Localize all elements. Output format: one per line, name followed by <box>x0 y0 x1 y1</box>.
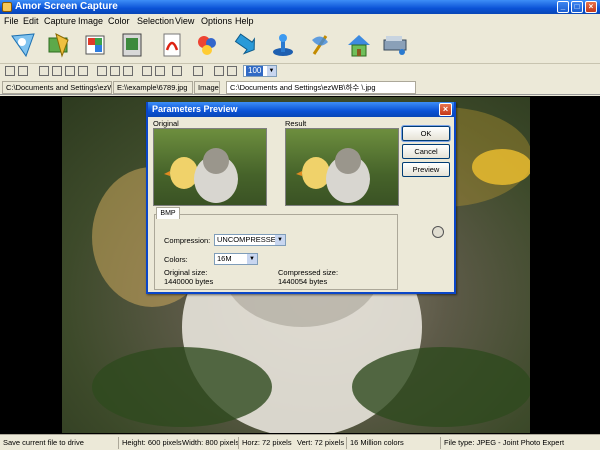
menu-file[interactable]: File <box>4 16 19 26</box>
menu-edit[interactable]: Edit <box>23 16 39 26</box>
zoom-value: 100 <box>246 66 264 76</box>
tab-bmp[interactable]: BMP <box>156 207 180 219</box>
result-label: Result <box>285 119 307 128</box>
preview-button[interactable]: Preview <box>402 162 450 177</box>
status-colors: 16 Million colors <box>350 438 404 447</box>
copy-icon[interactable] <box>52 66 62 76</box>
status-vert: Vert: 72 pixels <box>297 438 345 447</box>
scanner-icon[interactable] <box>380 30 410 60</box>
tab-doc-4[interactable]: C:\Documents and Settings\ezWB\하수 \.jpg <box>226 81 416 94</box>
tab-doc-3[interactable]: Image <box>194 81 220 94</box>
dialog-close-icon[interactable]: × <box>439 103 452 116</box>
open-icon[interactable] <box>5 66 15 76</box>
title-bar: Amor Screen Capture _ □ × <box>0 0 600 14</box>
ok-button[interactable]: OK <box>401 125 451 142</box>
home-icon[interactable] <box>344 30 374 60</box>
menu-options[interactable]: Options <box>201 16 232 26</box>
arrow-down-icon[interactable] <box>229 30 259 60</box>
menu-selection[interactable]: Selection <box>137 16 174 26</box>
resize-icon[interactable] <box>123 66 133 76</box>
dialog-title-bar: Parameters Preview × <box>148 102 454 117</box>
colors-label: Colors: <box>164 255 188 264</box>
cancel-button[interactable]: Cancel <box>402 144 450 159</box>
parameters-preview-dialog: Parameters Preview × Original Result OK … <box>146 102 456 294</box>
colors-select[interactable]: 16M ▼ <box>214 253 258 265</box>
original-label: Original <box>153 119 179 128</box>
chevron-down-icon[interactable]: ▼ <box>247 254 257 264</box>
colors-value: 16M <box>217 254 232 263</box>
capture-object-icon[interactable] <box>117 30 147 60</box>
save-icon[interactable] <box>18 66 28 76</box>
compression-label: Compression: <box>164 236 211 245</box>
original-preview <box>153 128 267 206</box>
status-width: Width: 800 pixels <box>182 438 240 447</box>
capture-window-icon[interactable] <box>44 30 74 60</box>
status-horz: Horz: 72 pixels <box>242 438 292 447</box>
paste-icon[interactable] <box>65 66 75 76</box>
cut-icon[interactable] <box>39 66 49 76</box>
color-icon[interactable] <box>193 66 203 76</box>
menu-image[interactable]: Image <box>78 16 103 26</box>
status-bar: Save current file to drive Height: 600 p… <box>0 434 600 450</box>
compressed-size-label: Compressed size: <box>278 268 339 277</box>
capture-region-icon[interactable] <box>80 30 110 60</box>
paint-icon[interactable] <box>192 30 222 60</box>
tab-doc-2[interactable]: E:\\example\6789.jpg <box>113 81 193 94</box>
menu-capture[interactable]: Capture <box>44 16 76 26</box>
result-preview <box>285 128 399 206</box>
maximize-button[interactable]: □ <box>571 1 583 13</box>
tab-doc-1[interactable]: C:\Documents and Settings\ezWB\ <box>2 81 112 94</box>
app-icon <box>2 2 12 12</box>
capture-icon[interactable] <box>8 30 38 60</box>
compressed-size-value: 1440054 bytes <box>278 277 328 286</box>
pdf-icon[interactable] <box>157 30 187 60</box>
minimize-button[interactable]: _ <box>557 1 569 13</box>
crop-icon[interactable] <box>97 66 107 76</box>
status-filetype: File type: JPEG - Joint Photo Expert <box>444 438 565 447</box>
close-button[interactable]: × <box>585 1 597 13</box>
joystick-icon[interactable] <box>268 30 298 60</box>
compression-value: UNCOMPRESSED <box>217 235 282 244</box>
main-toolbar <box>0 28 600 64</box>
rotate-icon[interactable] <box>172 66 182 76</box>
frame-icon[interactable] <box>214 66 224 76</box>
settings-icon[interactable] <box>432 226 444 238</box>
menu-view[interactable]: View <box>175 16 194 26</box>
status-height: Height: 600 pixels <box>122 438 182 447</box>
border-icon[interactable] <box>227 66 237 76</box>
wizard-icon[interactable] <box>306 30 336 60</box>
chevron-down-icon[interactable]: ▼ <box>267 66 276 76</box>
menu-bar: File Edit Capture Image Color Selection … <box>0 14 600 28</box>
menu-color[interactable]: Color <box>108 16 130 26</box>
zoom-select[interactable]: 100 ▼ <box>243 65 277 77</box>
chevron-down-icon[interactable]: ▼ <box>275 235 285 245</box>
original-size-label: Original size: <box>164 268 208 277</box>
format-toolbar: 100 ▼ <box>0 64 600 79</box>
menu-help[interactable]: Help <box>235 16 254 26</box>
text-icon[interactable] <box>142 66 152 76</box>
compression-select[interactable]: UNCOMPRESSED ▼ <box>214 234 286 246</box>
dialog-title: Parameters Preview <box>152 104 238 114</box>
original-size-value: 1440000 bytes <box>164 277 214 286</box>
select-icon[interactable] <box>110 66 120 76</box>
fill-icon[interactable] <box>155 66 165 76</box>
window-title: Amor Screen Capture <box>15 1 118 12</box>
document-tabs: C:\Documents and Settings\ezWB\ E:\\exam… <box>0 79 600 95</box>
status-message: Save current file to drive <box>3 438 84 447</box>
delete-icon[interactable] <box>78 66 88 76</box>
